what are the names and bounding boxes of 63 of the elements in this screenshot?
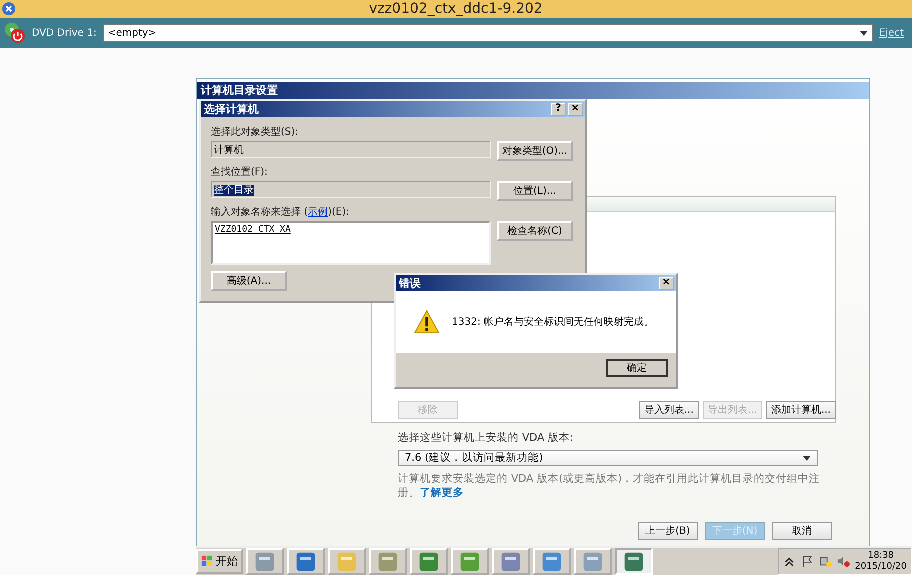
error-message: 1332: 帐户名与安全标识间无任何映射完成。 bbox=[452, 316, 654, 329]
wizard-button[interactable]: 导入列表... bbox=[639, 401, 699, 419]
vda-version-dropdown[interactable]: 7.6 (建议，以访问最新功能) bbox=[398, 450, 818, 466]
taskbar-app-button[interactable] bbox=[410, 548, 448, 575]
selected-text: 整个目录 bbox=[214, 185, 254, 196]
check-names-button[interactable]: 检查名称(C) bbox=[497, 221, 573, 241]
start-button[interactable]: 开始 bbox=[196, 549, 243, 574]
taskbar-app-button[interactable] bbox=[451, 548, 489, 575]
window-title: vzz0102_ctx_ddc1-9.202 bbox=[368, 1, 544, 17]
object-name-label: 输入对象名称来选择 (示例)(E): bbox=[211, 206, 350, 219]
learn-more-link[interactable]: 了解更多 bbox=[420, 487, 464, 499]
taskbar-app-button[interactable] bbox=[369, 548, 407, 575]
taskbar-app-button[interactable] bbox=[492, 548, 530, 575]
vda-note: 计算机要求安装选定的 VDA 版本(或更高版本)，才能在引用此计算机目录的交付组中注册。了解更多 bbox=[398, 472, 822, 500]
app-icon bbox=[254, 550, 276, 572]
object-type-button[interactable]: 对象类型(O)... bbox=[497, 141, 573, 161]
taskbar-app-button[interactable] bbox=[328, 548, 366, 575]
close-icon[interactable] bbox=[2, 2, 16, 16]
muted-speaker-icon[interactable] bbox=[837, 555, 850, 568]
example-link[interactable]: 示例 bbox=[308, 207, 328, 218]
location-label: 查找位置(F): bbox=[211, 166, 269, 179]
clock-time: 18:38 bbox=[868, 550, 894, 562]
wizard-button[interactable]: 上一步(B) bbox=[638, 522, 698, 540]
app-icon bbox=[377, 550, 399, 572]
app-icon bbox=[336, 550, 358, 572]
app-icon bbox=[500, 550, 522, 572]
vda-version-label: 选择这些计算机上安装的 VDA 版本: bbox=[398, 431, 574, 445]
close-button[interactable]: × bbox=[568, 102, 583, 116]
dialog-title: 错误 bbox=[399, 276, 421, 290]
object-type-label: 选择此对象类型(S): bbox=[211, 126, 300, 139]
taskbar-app-button[interactable] bbox=[533, 548, 571, 575]
app-icon bbox=[541, 550, 563, 572]
taskbar-app-button[interactable] bbox=[574, 548, 612, 575]
object-type-field: 计算机 bbox=[211, 141, 491, 158]
advanced-button[interactable]: 高级(A)... bbox=[211, 271, 287, 291]
object-name-field[interactable]: VZZ0102_CTX_XA bbox=[211, 221, 491, 265]
windows-logo-icon bbox=[201, 555, 214, 568]
help-button[interactable]: ? bbox=[551, 102, 566, 116]
taskbar-app-button[interactable] bbox=[287, 548, 325, 575]
app-icon bbox=[418, 550, 440, 572]
clock-date: 2015/10/20 bbox=[855, 562, 907, 572]
app-icon bbox=[582, 550, 604, 572]
chevron-icon[interactable] bbox=[783, 555, 796, 568]
drive-label: DVD Drive 1: bbox=[32, 28, 97, 38]
dialog-title: 选择计算机 bbox=[204, 102, 259, 116]
caret-icon bbox=[803, 456, 811, 460]
eject-link[interactable]: Eject bbox=[879, 28, 904, 38]
wizard-button[interactable]: 添加计算机... bbox=[766, 401, 836, 419]
disc-icon[interactable] bbox=[4, 22, 26, 44]
caret-icon bbox=[860, 30, 868, 36]
close-button[interactable]: × bbox=[659, 276, 674, 290]
drive-dropdown[interactable]: <empty> bbox=[102, 24, 874, 42]
warning-icon bbox=[414, 310, 440, 334]
wizard-title: 计算机目录设置 bbox=[201, 83, 278, 98]
wizard-button[interactable]: 取消 bbox=[772, 522, 832, 540]
taskbar-app-button[interactable] bbox=[615, 548, 653, 575]
taskbar-app-button[interactable] bbox=[246, 548, 284, 575]
app-icon bbox=[295, 550, 317, 572]
app-icon bbox=[459, 550, 481, 572]
flag-icon[interactable] bbox=[801, 555, 814, 568]
app-icon bbox=[623, 550, 645, 572]
ok-button[interactable]: 确定 bbox=[606, 359, 668, 377]
location-button[interactable]: 位置(L)... bbox=[497, 181, 573, 201]
